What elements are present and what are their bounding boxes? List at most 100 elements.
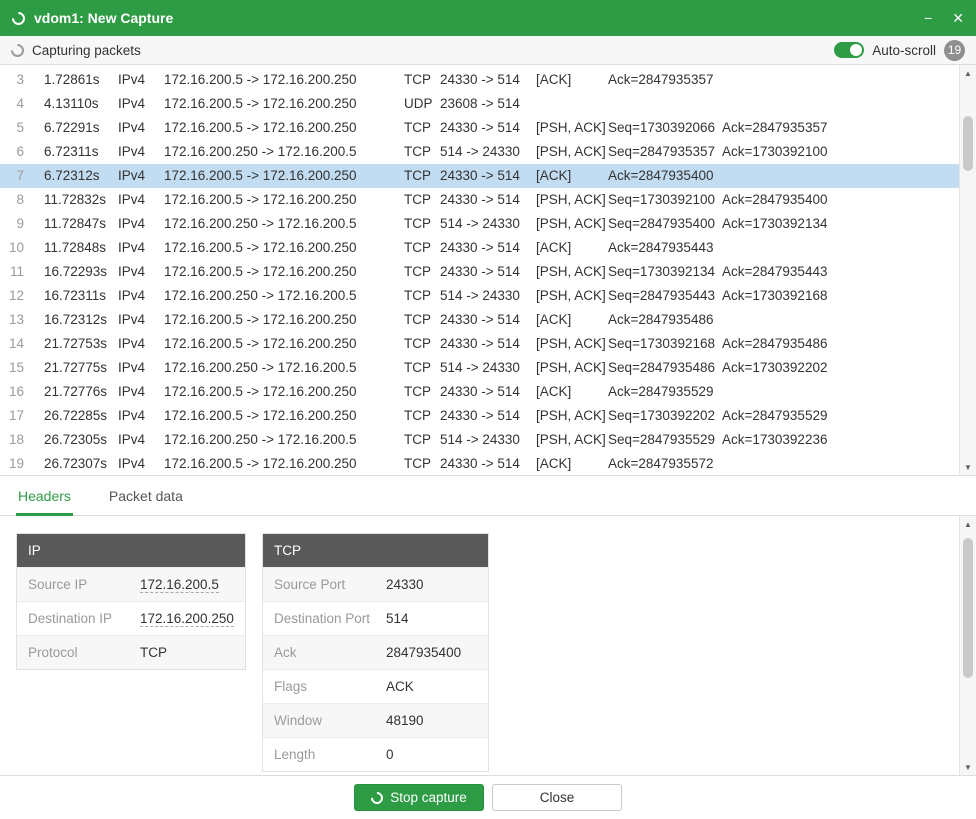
packet-num: 3 bbox=[6, 68, 24, 92]
packet-info1: Ack=2847935529 bbox=[608, 380, 722, 404]
packet-rows: 31.72861sIPv4172.16.200.5 -> 172.16.200.… bbox=[0, 68, 976, 475]
packet-row[interactable]: 44.13110sIPv4172.16.200.5 -> 172.16.200.… bbox=[0, 92, 976, 116]
ip-header-table: IP Source IP172.16.200.5Destination IP17… bbox=[16, 533, 246, 670]
detail-label: Length bbox=[274, 747, 386, 762]
packet-row[interactable]: 1011.72848sIPv4172.16.200.5 -> 172.16.20… bbox=[0, 236, 976, 260]
packet-info1: Ack=2847935443 bbox=[608, 236, 722, 260]
packet-eth: IPv4 bbox=[118, 356, 164, 380]
packet-ports: 24330 -> 514 bbox=[440, 404, 536, 428]
stop-capture-button[interactable]: Stop capture bbox=[354, 784, 484, 811]
packet-info2 bbox=[722, 452, 958, 475]
packet-info2 bbox=[722, 92, 958, 116]
packet-eth: IPv4 bbox=[118, 68, 164, 92]
packet-ports: 24330 -> 514 bbox=[440, 452, 536, 475]
packet-row[interactable]: 56.72291sIPv4172.16.200.5 -> 172.16.200.… bbox=[0, 116, 976, 140]
details-scroll-up-icon[interactable]: ▲ bbox=[960, 516, 976, 532]
details-scroll-thumb[interactable] bbox=[963, 538, 973, 678]
packet-addr: 172.16.200.250 -> 172.16.200.5 bbox=[164, 356, 404, 380]
packet-row[interactable]: 1521.72775sIPv4172.16.200.250 -> 172.16.… bbox=[0, 356, 976, 380]
packet-row[interactable]: 1316.72312sIPv4172.16.200.5 -> 172.16.20… bbox=[0, 308, 976, 332]
packet-info2: Ack=2847935357 bbox=[722, 116, 958, 140]
packet-row[interactable]: 1421.72753sIPv4172.16.200.5 -> 172.16.20… bbox=[0, 332, 976, 356]
scroll-down-icon[interactable]: ▼ bbox=[960, 459, 976, 475]
packet-proto: TCP bbox=[404, 308, 440, 332]
packet-time: 11.72847s bbox=[44, 212, 118, 236]
packet-info2 bbox=[722, 164, 958, 188]
packet-info2 bbox=[722, 236, 958, 260]
packet-list: 31.72861sIPv4172.16.200.5 -> 172.16.200.… bbox=[0, 65, 976, 475]
packet-info1: Seq=1730392202 bbox=[608, 404, 722, 428]
packet-time: 6.72291s bbox=[44, 116, 118, 140]
detail-value[interactable]: 172.16.200.5 bbox=[140, 577, 219, 593]
packet-row[interactable]: 1726.72285sIPv4172.16.200.5 -> 172.16.20… bbox=[0, 404, 976, 428]
stop-capture-label: Stop capture bbox=[390, 790, 467, 805]
details-scrollbar[interactable]: ▲ ▼ bbox=[959, 516, 976, 775]
packet-row[interactable]: 1826.72305sIPv4172.16.200.250 -> 172.16.… bbox=[0, 428, 976, 452]
packet-info2: Ack=1730392236 bbox=[722, 428, 958, 452]
packet-info1: Seq=2847935357 bbox=[608, 140, 722, 164]
packet-addr: 172.16.200.250 -> 172.16.200.5 bbox=[164, 284, 404, 308]
detail-row: Source IP172.16.200.5 bbox=[17, 567, 245, 601]
packet-time: 6.72311s bbox=[44, 140, 118, 164]
detail-label: Flags bbox=[274, 679, 386, 694]
scroll-up-icon[interactable]: ▲ bbox=[960, 65, 976, 81]
packet-num: 11 bbox=[6, 260, 24, 284]
minimize-button[interactable]: − bbox=[924, 11, 932, 25]
footer-close-button[interactable]: Close bbox=[492, 784, 622, 811]
packet-row[interactable]: 1116.72293sIPv4172.16.200.5 -> 172.16.20… bbox=[0, 260, 976, 284]
packet-row[interactable]: 1926.72307sIPv4172.16.200.5 -> 172.16.20… bbox=[0, 452, 976, 475]
details-scroll-down-icon[interactable]: ▼ bbox=[960, 759, 976, 775]
packet-eth: IPv4 bbox=[118, 404, 164, 428]
scroll-thumb[interactable] bbox=[963, 116, 973, 171]
packet-info2: Ack=2847935529 bbox=[722, 404, 958, 428]
packet-row[interactable]: 31.72861sIPv4172.16.200.5 -> 172.16.200.… bbox=[0, 68, 976, 92]
packet-proto: TCP bbox=[404, 332, 440, 356]
packet-ports: 24330 -> 514 bbox=[440, 332, 536, 356]
packet-info1: Seq=1730392168 bbox=[608, 332, 722, 356]
packet-addr: 172.16.200.5 -> 172.16.200.250 bbox=[164, 452, 404, 475]
autoscroll-label: Auto-scroll bbox=[872, 43, 936, 58]
packet-eth: IPv4 bbox=[118, 284, 164, 308]
packet-eth: IPv4 bbox=[118, 140, 164, 164]
packet-info1: Seq=1730392100 bbox=[608, 188, 722, 212]
packet-info2: Ack=2847935443 bbox=[722, 260, 958, 284]
close-button[interactable]: ✕ bbox=[952, 11, 964, 25]
detail-label: Ack bbox=[274, 645, 386, 660]
packet-eth: IPv4 bbox=[118, 212, 164, 236]
packet-row[interactable]: 66.72311sIPv4172.16.200.250 -> 172.16.20… bbox=[0, 140, 976, 164]
packet-row[interactable]: 1621.72776sIPv4172.16.200.5 -> 172.16.20… bbox=[0, 380, 976, 404]
detail-value: ACK bbox=[386, 679, 414, 694]
packet-flags: [PSH, ACK] bbox=[536, 116, 608, 140]
packet-ports: 24330 -> 514 bbox=[440, 188, 536, 212]
packet-proto: TCP bbox=[404, 140, 440, 164]
packet-list-scrollbar[interactable]: ▲ ▼ bbox=[959, 65, 976, 475]
packet-time: 26.72305s bbox=[44, 428, 118, 452]
packet-row[interactable]: 811.72832sIPv4172.16.200.5 -> 172.16.200… bbox=[0, 188, 976, 212]
packet-info1: Seq=2847935400 bbox=[608, 212, 722, 236]
packet-row[interactable]: 1216.72311sIPv4172.16.200.250 -> 172.16.… bbox=[0, 284, 976, 308]
packet-info2: Ack=2847935486 bbox=[722, 332, 958, 356]
packet-proto: TCP bbox=[404, 404, 440, 428]
packet-time: 6.72312s bbox=[44, 164, 118, 188]
tab-headers[interactable]: Headers bbox=[16, 476, 73, 515]
detail-label: Destination IP bbox=[28, 611, 140, 626]
detail-value[interactable]: 172.16.200.250 bbox=[140, 611, 234, 627]
packet-info1: Seq=1730392066 bbox=[608, 116, 722, 140]
packet-num: 17 bbox=[6, 404, 24, 428]
detail-value: 2847935400 bbox=[386, 645, 461, 660]
packet-ports: 24330 -> 514 bbox=[440, 260, 536, 284]
packet-proto: TCP bbox=[404, 380, 440, 404]
packet-addr: 172.16.200.5 -> 172.16.200.250 bbox=[164, 116, 404, 140]
autoscroll-toggle[interactable] bbox=[834, 42, 864, 58]
packet-row[interactable]: 76.72312sIPv4172.16.200.5 -> 172.16.200.… bbox=[0, 164, 976, 188]
tab-packet-data[interactable]: Packet data bbox=[107, 476, 185, 515]
packet-ports: 24330 -> 514 bbox=[440, 236, 536, 260]
packet-info1: Ack=2847935486 bbox=[608, 308, 722, 332]
packet-row[interactable]: 911.72847sIPv4172.16.200.250 -> 172.16.2… bbox=[0, 212, 976, 236]
packet-eth: IPv4 bbox=[118, 164, 164, 188]
packet-num: 12 bbox=[6, 284, 24, 308]
titlebar: vdom1: New Capture − ✕ bbox=[0, 0, 976, 36]
packet-num: 9 bbox=[6, 212, 24, 236]
packet-time: 4.13110s bbox=[44, 92, 118, 116]
packet-num: 18 bbox=[6, 428, 24, 452]
